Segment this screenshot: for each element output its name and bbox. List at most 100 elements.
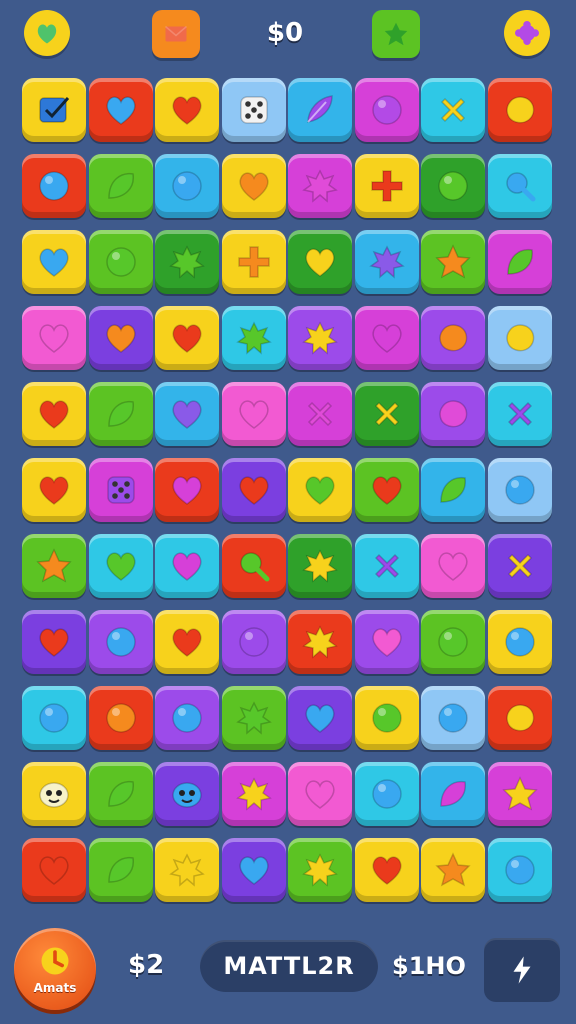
bolt-button[interactable]: [484, 938, 560, 1002]
flower-gem-icon[interactable]: [504, 10, 550, 56]
tile[interactable]: [221, 610, 286, 674]
envelope-icon[interactable]: [152, 10, 200, 58]
tile[interactable]: [354, 458, 419, 522]
shield-gem-icon[interactable]: [24, 10, 70, 56]
tile[interactable]: [288, 382, 352, 446]
tile[interactable]: [155, 306, 219, 370]
tile[interactable]: [88, 762, 153, 826]
tile[interactable]: [88, 686, 153, 750]
tile[interactable]: [221, 306, 286, 370]
tile[interactable]: [88, 838, 153, 902]
tile[interactable]: [22, 838, 86, 902]
tile[interactable]: [354, 78, 419, 142]
tile[interactable]: [22, 458, 86, 522]
tile[interactable]: [155, 610, 219, 674]
tile[interactable]: [221, 382, 286, 446]
tile[interactable]: [354, 686, 419, 750]
tile[interactable]: [221, 154, 286, 218]
tile[interactable]: [88, 78, 153, 142]
tile[interactable]: [88, 610, 153, 674]
tile[interactable]: [354, 762, 419, 826]
action-button[interactable]: Amats: [14, 928, 96, 1010]
tile[interactable]: [421, 154, 485, 218]
tile[interactable]: [22, 762, 86, 826]
tile[interactable]: [221, 686, 286, 750]
tile[interactable]: [22, 382, 86, 446]
tile[interactable]: [354, 838, 419, 902]
tile[interactable]: [421, 838, 485, 902]
tile[interactable]: [22, 230, 86, 294]
tile[interactable]: [354, 230, 419, 294]
tile[interactable]: [421, 230, 485, 294]
tile[interactable]: [354, 382, 419, 446]
tile[interactable]: [354, 154, 419, 218]
tile[interactable]: [88, 306, 153, 370]
tile[interactable]: [155, 534, 219, 598]
tile[interactable]: [288, 78, 352, 142]
tile[interactable]: [288, 762, 352, 826]
tile[interactable]: [421, 458, 485, 522]
tile[interactable]: [221, 458, 286, 522]
tile[interactable]: [88, 382, 153, 446]
tile[interactable]: [88, 458, 153, 522]
tile[interactable]: [288, 534, 352, 598]
tile[interactable]: [155, 762, 219, 826]
tile[interactable]: [88, 154, 153, 218]
tile[interactable]: [487, 306, 552, 370]
star-icon[interactable]: [372, 10, 420, 58]
tile[interactable]: [421, 382, 485, 446]
tile[interactable]: [221, 838, 286, 902]
tile[interactable]: [288, 230, 352, 294]
tile[interactable]: [487, 762, 552, 826]
tile[interactable]: [88, 534, 153, 598]
splat-icon: [235, 701, 272, 735]
tile[interactable]: [487, 686, 552, 750]
tile[interactable]: [22, 306, 86, 370]
tile[interactable]: [22, 534, 86, 598]
tile[interactable]: [487, 610, 552, 674]
tile[interactable]: [22, 610, 86, 674]
tile[interactable]: [155, 230, 219, 294]
tile[interactable]: [487, 382, 552, 446]
tile[interactable]: [421, 306, 485, 370]
tile[interactable]: [155, 154, 219, 218]
heart-icon: [305, 704, 335, 733]
tile[interactable]: [22, 78, 86, 142]
tile[interactable]: [288, 154, 352, 218]
splat-icon: [302, 853, 338, 887]
heart-icon: [39, 324, 69, 353]
tile[interactable]: [155, 78, 219, 142]
tile[interactable]: [288, 306, 352, 370]
tile[interactable]: [155, 838, 219, 902]
tile[interactable]: [88, 230, 153, 294]
tile[interactable]: [221, 762, 286, 826]
tile[interactable]: [487, 154, 552, 218]
tile[interactable]: [221, 230, 286, 294]
tile[interactable]: [421, 78, 485, 142]
tile[interactable]: [288, 610, 352, 674]
tile[interactable]: [221, 78, 286, 142]
tile[interactable]: [487, 230, 552, 294]
tile[interactable]: [221, 534, 286, 598]
tile[interactable]: [354, 610, 419, 674]
tile[interactable]: [487, 534, 552, 598]
tile[interactable]: [288, 458, 352, 522]
tile[interactable]: [421, 610, 485, 674]
star-icon: [36, 548, 72, 583]
tile[interactable]: [155, 382, 219, 446]
tile[interactable]: [22, 154, 86, 218]
tile[interactable]: [421, 762, 485, 826]
tile[interactable]: [155, 686, 219, 750]
tile[interactable]: [421, 534, 485, 598]
tile[interactable]: [155, 458, 219, 522]
tile[interactable]: [487, 78, 552, 142]
tile[interactable]: [421, 686, 485, 750]
tile[interactable]: [354, 534, 419, 598]
circle-icon: [105, 703, 136, 733]
tile[interactable]: [487, 838, 552, 902]
tile[interactable]: [354, 306, 419, 370]
tile[interactable]: [22, 686, 86, 750]
tile[interactable]: [487, 458, 552, 522]
tile[interactable]: [288, 686, 352, 750]
tile[interactable]: [288, 838, 352, 902]
